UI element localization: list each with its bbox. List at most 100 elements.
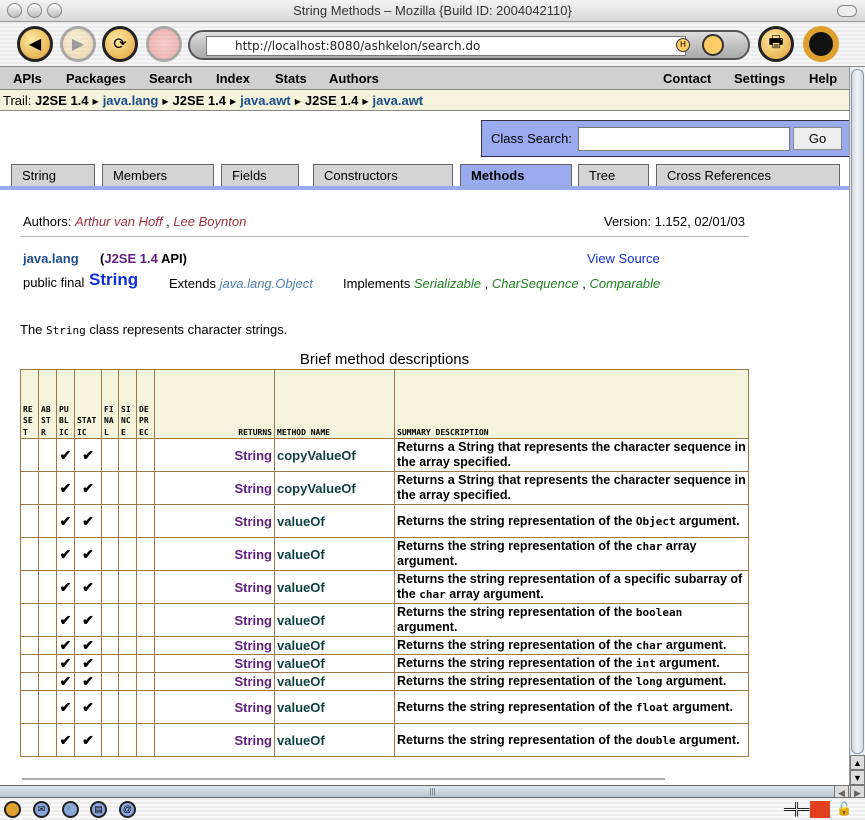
return-type-link[interactable]: String bbox=[154, 438, 275, 472]
security-lock-icon[interactable]: 🔓 bbox=[836, 801, 852, 817]
back-button[interactable]: ◀ bbox=[17, 26, 53, 62]
method-name-link[interactable]: valueOf bbox=[274, 672, 395, 691]
page-content: Authors: Arthur van Hoff , Lee Boynton V… bbox=[0, 190, 849, 785]
superclass-link[interactable]: java.lang.Object bbox=[220, 276, 313, 291]
author-link[interactable]: Arthur van Hoff bbox=[75, 214, 162, 229]
triangle-right-icon: ▶ bbox=[229, 97, 237, 106]
implements: Implements Serializable , CharSequence ,… bbox=[343, 276, 661, 291]
tab-methods[interactable]: Methods bbox=[460, 164, 572, 186]
scroll-left-button[interactable]: ◀ bbox=[834, 785, 849, 798]
nav-help[interactable]: Help bbox=[809, 67, 837, 90]
method-name-link[interactable]: valueOf bbox=[274, 570, 395, 604]
scroll-right-button[interactable]: ▶ bbox=[850, 785, 865, 798]
method-name-link[interactable]: copyValueOf bbox=[274, 471, 395, 505]
checkmark-icon: ✔ bbox=[56, 690, 75, 724]
close-button[interactable] bbox=[7, 3, 22, 18]
scrollbar-thumb[interactable] bbox=[851, 69, 864, 754]
forward-arrow-icon: ▶ bbox=[71, 36, 85, 53]
chat-icon[interactable]: @ bbox=[119, 801, 136, 818]
wrench-icon[interactable]: 🔧 bbox=[62, 801, 79, 818]
class-search-input[interactable] bbox=[578, 127, 790, 151]
return-type-link[interactable]: String bbox=[154, 603, 275, 637]
forward-button[interactable]: ▶ bbox=[60, 26, 96, 62]
nav-apis[interactable]: APIs bbox=[13, 67, 42, 90]
nav-authors[interactable]: Authors bbox=[329, 67, 379, 90]
popup-blocked-icon[interactable] bbox=[810, 801, 830, 818]
composer-icon[interactable]: ▤ bbox=[90, 801, 107, 818]
print-button[interactable]: 🖶 bbox=[758, 26, 794, 62]
empty-cell bbox=[101, 690, 119, 724]
nav-settings[interactable]: Settings bbox=[734, 67, 785, 90]
empty-cell bbox=[38, 570, 57, 604]
interface-link[interactable]: Serializable bbox=[414, 276, 481, 291]
method-name-link[interactable]: valueOf bbox=[274, 504, 395, 538]
empty-cell bbox=[118, 570, 137, 604]
minimize-button[interactable] bbox=[27, 3, 42, 18]
method-name-link[interactable]: valueOf bbox=[274, 654, 395, 673]
package-link[interactable]: java.lang bbox=[23, 251, 79, 266]
nav-index[interactable]: Index bbox=[216, 67, 250, 90]
divider bbox=[22, 778, 665, 780]
description-post: argument. bbox=[662, 638, 727, 652]
return-type-link[interactable]: String bbox=[154, 570, 275, 604]
method-name-link[interactable]: valueOf bbox=[274, 537, 395, 571]
checkmark-icon: ✔ bbox=[74, 672, 102, 691]
reload-button[interactable]: ⟳ bbox=[102, 26, 138, 62]
go-button[interactable]: Go bbox=[793, 127, 842, 150]
empty-cell bbox=[118, 723, 137, 757]
url-input[interactable]: http://localhost:8080/ashkelon/search.do bbox=[206, 36, 686, 56]
description-code: double bbox=[635, 733, 676, 747]
method-description: Returns the string representation of the… bbox=[394, 690, 749, 724]
mail-icon[interactable]: ✉ bbox=[33, 801, 50, 818]
empty-cell bbox=[118, 537, 137, 571]
authors: Authors: Arthur van Hoff , Lee Boynton bbox=[23, 214, 247, 229]
tab-tree[interactable]: Tree bbox=[578, 164, 649, 186]
api-link[interactable]: J2SE 1.4 bbox=[104, 251, 158, 266]
search-icon[interactable] bbox=[702, 34, 724, 56]
nav-stats[interactable]: Stats bbox=[275, 67, 307, 90]
method-name-link[interactable]: copyValueOf bbox=[274, 438, 395, 472]
checkmark-icon: ✔ bbox=[56, 570, 75, 604]
method-name-link[interactable]: valueOf bbox=[274, 723, 395, 757]
return-type-link[interactable]: String bbox=[154, 471, 275, 505]
trail-link[interactable]: java.awt bbox=[240, 93, 291, 108]
return-type-link[interactable]: String bbox=[154, 537, 275, 571]
interface-link[interactable]: Comparable bbox=[589, 276, 660, 291]
checkmark-icon: ✔ bbox=[74, 603, 102, 637]
method-description: Returns a String that represents the cha… bbox=[394, 438, 749, 472]
trail-link[interactable]: java.awt bbox=[373, 93, 424, 108]
method-name-link[interactable]: valueOf bbox=[274, 603, 395, 637]
return-type-link[interactable]: String bbox=[154, 654, 275, 673]
toolbar-toggle-button[interactable] bbox=[837, 5, 857, 17]
nav-search[interactable]: Search bbox=[149, 67, 192, 90]
trail-link[interactable]: java.lang bbox=[103, 93, 159, 108]
vertical-scrollbar[interactable]: ▲ ▼ bbox=[849, 67, 865, 785]
horizontal-scrollbar[interactable]: ||| ◀ ▶ bbox=[0, 785, 865, 798]
tab-cross-references[interactable]: Cross References bbox=[656, 164, 840, 186]
return-type-link[interactable]: String bbox=[154, 636, 275, 655]
scroll-down-button[interactable]: ▼ bbox=[850, 770, 865, 785]
method-name-link[interactable]: valueOf bbox=[274, 636, 395, 655]
navigator-icon[interactable] bbox=[4, 801, 21, 818]
tab-fields[interactable]: Fields bbox=[221, 164, 299, 186]
scroll-up-button[interactable]: ▲ bbox=[850, 755, 865, 770]
return-type-link[interactable]: String bbox=[154, 672, 275, 691]
stop-button[interactable] bbox=[146, 26, 182, 62]
method-description: Returns the string representation of a s… bbox=[394, 570, 749, 604]
method-name-link[interactable]: valueOf bbox=[274, 690, 395, 724]
authors-label: Authors: bbox=[23, 214, 72, 229]
zoom-button[interactable] bbox=[47, 3, 62, 18]
return-type-link[interactable]: String bbox=[154, 690, 275, 724]
history-icon[interactable]: H bbox=[676, 38, 690, 52]
return-type-link[interactable]: String bbox=[154, 504, 275, 538]
nav-contact[interactable]: Contact bbox=[663, 67, 711, 90]
column-header: SINCE bbox=[118, 369, 137, 439]
tab-string[interactable]: String bbox=[11, 164, 95, 186]
view-source-link[interactable]: View Source bbox=[587, 251, 660, 266]
nav-packages[interactable]: Packages bbox=[66, 67, 126, 90]
tab-members[interactable]: Members bbox=[102, 164, 214, 186]
tab-constructors[interactable]: Constructors bbox=[313, 164, 453, 186]
author-link[interactable]: Lee Boynton bbox=[173, 214, 246, 229]
interface-link[interactable]: CharSequence bbox=[492, 276, 579, 291]
return-type-link[interactable]: String bbox=[154, 723, 275, 757]
